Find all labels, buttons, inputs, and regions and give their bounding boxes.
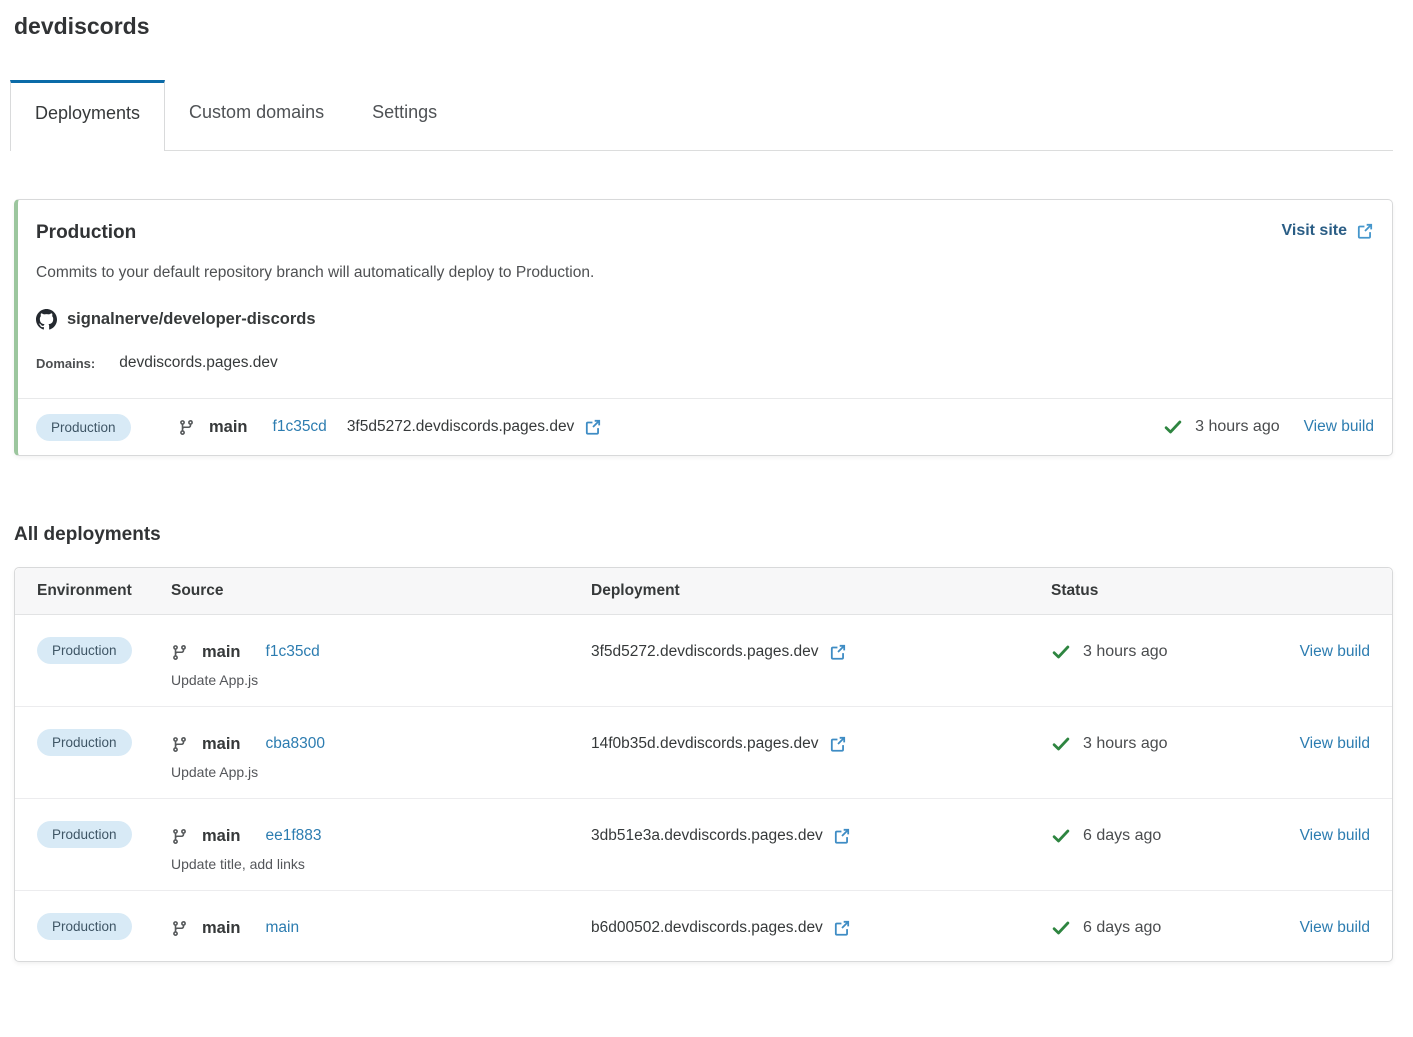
external-link-icon[interactable] [833,919,851,937]
check-icon [1051,734,1071,754]
git-branch-icon [178,419,195,436]
commit-message: Update title, add links [171,856,591,872]
git-branch-icon [171,920,188,937]
visit-site-link[interactable]: Visit site [1281,222,1374,240]
git-branch-icon [171,736,188,753]
environment-badge: Production [36,414,131,441]
environment-badge: Production [37,821,132,848]
repo-name: signalnerve/developer-discords [67,310,316,329]
page: devdiscords Deployments Custom domains S… [0,0,1413,992]
column-environment: Environment [37,568,171,614]
production-title: Production [36,222,136,244]
status-time: 6 days ago [1083,827,1161,845]
external-link-icon[interactable] [829,643,847,661]
deployment-url: 3f5d5272.devdiscords.pages.dev [347,418,575,436]
column-status: Status [1051,568,1261,614]
git-branch-icon [171,828,188,845]
production-description: Commits to your default repository branc… [36,264,1374,282]
deployment-table-row: Production main f1c35cd Update App.js [15,615,1392,707]
domains-value: devdiscords.pages.dev [119,354,278,372]
check-icon [1051,918,1071,938]
commit-message: Update App.js [171,764,591,780]
commit-link[interactable]: ee1f883 [266,827,322,845]
deployment-url: 14f0b35d.devdiscords.pages.dev [591,735,819,753]
tab-deployments[interactable]: Deployments [10,80,165,151]
deployment-url: 3f5d5272.devdiscords.pages.dev [591,643,819,661]
all-deployments-title: All deployments [14,524,1393,546]
commit-link[interactable]: f1c35cd [273,418,327,436]
branch-name: main [202,735,241,754]
visit-site-label: Visit site [1281,222,1347,240]
deployment-table-row: Production main ee1f883 Update title, ad… [15,799,1392,891]
git-branch-icon [171,644,188,661]
branch-name: main [202,643,241,662]
view-build-link[interactable]: View build [1300,643,1370,661]
external-link-icon[interactable] [829,735,847,753]
deployment-url: 3db51e3a.devdiscords.pages.dev [591,827,823,845]
production-card: Production Visit site Commits to your de… [14,199,1393,456]
external-link-icon[interactable] [584,418,602,436]
production-card-body: Production Visit site Commits to your de… [18,200,1392,398]
commit-link[interactable]: main [266,919,300,937]
domains-label: Domains: [36,356,95,371]
commit-link[interactable]: cba8300 [266,735,325,753]
repo-row: signalnerve/developer-discords [36,309,1374,330]
view-build-link[interactable]: View build [1300,735,1370,753]
deployment-url: b6d00502.devdiscords.pages.dev [591,919,823,937]
domains-row: Domains: devdiscords.pages.dev [36,354,1374,372]
branch-name: main [202,827,241,846]
tab-settings[interactable]: Settings [348,80,461,150]
deployment-table-row: Production main main b6d [15,891,1392,961]
commit-link[interactable]: f1c35cd [266,643,320,661]
view-build-link[interactable]: View build [1300,827,1370,845]
deployments-table: Environment Source Deployment Status Pro… [14,567,1393,962]
branch-name: main [202,919,241,938]
table-header: Environment Source Deployment Status [15,568,1392,615]
tab-custom-domains[interactable]: Custom domains [165,80,348,150]
environment-badge: Production [37,913,132,940]
environment-badge: Production [37,729,132,756]
environment-badge: Production [37,637,132,664]
column-deployment: Deployment [591,568,1051,614]
status-time: 3 hours ago [1083,735,1168,753]
status-time: 3 hours ago [1083,643,1168,661]
view-build-link[interactable]: View build [1300,919,1370,937]
external-link-icon [1356,222,1374,240]
status-time: 3 hours ago [1195,418,1280,436]
check-icon [1163,417,1183,437]
deployment-table-row: Production main cba8300 Update App.js [15,707,1392,799]
view-build-link[interactable]: View build [1304,418,1374,436]
tab-bar: Deployments Custom domains Settings [10,80,1393,151]
external-link-icon[interactable] [833,827,851,845]
column-source: Source [171,568,591,614]
production-deployment-row: Production main f1c35cd 3f5d5272.devdisc… [18,398,1392,455]
commit-message: Update App.js [171,672,591,688]
column-actions [1261,568,1370,614]
github-icon [36,309,57,330]
check-icon [1051,642,1071,662]
status-time: 6 days ago [1083,919,1161,937]
check-icon [1051,826,1071,846]
branch-name: main [209,418,248,437]
page-title: devdiscords [14,13,1393,40]
